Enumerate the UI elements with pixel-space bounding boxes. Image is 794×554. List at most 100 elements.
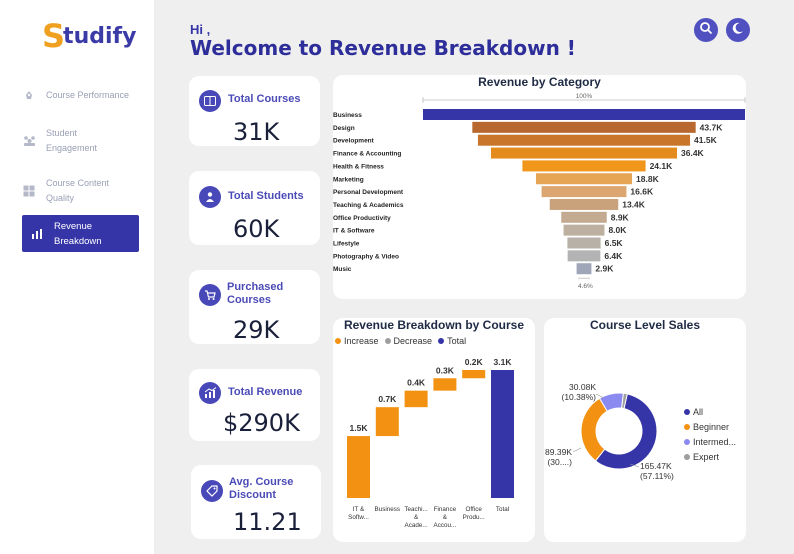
data-label: 1.5K <box>350 423 369 433</box>
legend-dot <box>684 408 690 415</box>
data-label: 2.9K <box>595 264 614 274</box>
revenue-by-category-card: Revenue by Category 100% Business Design 43… <box>333 75 746 299</box>
data-label: 0.4K <box>407 378 426 388</box>
funnel-bar <box>423 109 745 120</box>
data-label: 0.2K <box>465 357 484 367</box>
kpi-value: 31K <box>233 118 280 146</box>
kpi-value: $290K <box>223 409 300 437</box>
funnel-bar <box>541 186 627 198</box>
data-label: 8.0K <box>608 225 627 235</box>
data-label: 6.4K <box>604 251 623 261</box>
donut-legend: All Beginner Intermed... Expert <box>684 404 736 464</box>
sidebar-item-label-line2: Engagement <box>46 143 98 153</box>
donut-slice <box>580 397 608 462</box>
search-icon <box>699 21 713 40</box>
category-label: Personal Development <box>333 189 404 196</box>
category-label: Produ... <box>463 514 485 521</box>
funnel-bar <box>563 224 605 236</box>
kpi-card-total-courses: Total Courses 31K <box>189 76 320 146</box>
kpi-card-purchased-courses: Purchased Courses 29K <box>189 270 320 344</box>
waterfall-bar <box>404 390 428 408</box>
legend-dot <box>684 423 690 430</box>
top-percent-label: 100% <box>576 93 593 100</box>
data-label: 41.5K <box>694 135 718 145</box>
greeting: Hi , <box>190 22 211 37</box>
data-label: 8.9K <box>611 212 630 222</box>
waterfall-bar <box>347 436 370 498</box>
category-label: Development <box>333 138 375 145</box>
sidebar: S tudify Course Performance Student Enga… <box>0 0 155 554</box>
category-label: Business <box>333 112 362 119</box>
kpi-label-line2: Courses <box>227 294 272 306</box>
kpi-label: Total Courses <box>228 93 301 105</box>
waterfall-bar <box>433 378 457 391</box>
kpi-card-avg-course-discount: Avg. Course Discount 11.21 <box>191 465 321 539</box>
waterfall-bar <box>462 370 486 379</box>
discount-icon <box>201 480 223 502</box>
grid-icon <box>22 184 36 198</box>
theme-toggle-button[interactable] <box>726 18 750 42</box>
sidebar-item-course-content-quality[interactable]: Course Content Quality <box>22 176 139 206</box>
funnel-bar <box>567 237 601 249</box>
slice-label-percent: (30....) <box>547 457 572 467</box>
revenue-breakdown-by-course-chart: 1.5K IT &Softw... 0.7K Business 0.4K Teachi..… <box>347 357 514 529</box>
funnel-bar <box>567 250 601 262</box>
kpi-label: Purchased <box>227 281 284 293</box>
leader-line <box>572 447 582 453</box>
category-label: Acade... <box>405 522 428 529</box>
category-label: Finance & Accounting <box>333 151 401 158</box>
data-label: 13.4K <box>622 199 646 209</box>
category-label: Health & Fitness <box>333 163 384 170</box>
group-icon <box>22 134 36 148</box>
kpi-value: 60K <box>233 215 280 243</box>
cart-icon <box>199 284 221 306</box>
book-icon <box>199 90 221 112</box>
course-level-sales-card: Course Level Sales 165.47K (57.11%) 89.39K… <box>544 318 746 542</box>
rocket-icon <box>22 89 36 103</box>
legend-label: All <box>693 406 704 417</box>
legend-dot <box>684 453 690 460</box>
slice-label-percent: (57.11%) <box>640 471 674 481</box>
funnel-bar <box>472 121 696 133</box>
data-label: 0.7K <box>378 394 397 404</box>
legend-label: Expert <box>693 451 720 462</box>
revenue-breakdown-by-course-card: Revenue Breakdown by Course Increase Dec… <box>333 318 535 542</box>
kpi-label-line2: Discount <box>229 489 277 501</box>
trend-icon <box>199 382 221 404</box>
category-label: & <box>414 514 419 521</box>
search-button[interactable] <box>694 18 718 42</box>
category-label: Office <box>466 506 483 513</box>
legend-label: Intermed... <box>693 436 737 447</box>
category-label: Office Productivity <box>333 215 391 222</box>
revenue-by-category-chart: 100% Business Design 43.7K Development 41.5K F… <box>333 93 746 290</box>
category-label: Marketing <box>333 176 364 183</box>
waterfall-bar <box>375 407 399 437</box>
category-label: Lifestyle <box>333 241 360 248</box>
sidebar-item-student-engagement[interactable]: Student Engagement <box>22 126 139 156</box>
logo-text: tudify <box>63 23 137 49</box>
category-label: Photography & Video <box>333 253 399 260</box>
sidebar-item-label: Course Content <box>46 178 110 188</box>
slice-label-percent: (10.38%) <box>562 392 597 402</box>
funnel-bar <box>549 198 619 210</box>
kpi-value: 29K <box>233 316 280 344</box>
funnel-bar <box>477 134 691 146</box>
waterfall-bar <box>491 370 514 498</box>
funnel-bar <box>576 263 592 275</box>
category-label: Accou... <box>434 522 457 529</box>
legend-item: Expert <box>684 449 719 464</box>
legend-label: Beginner <box>693 421 730 432</box>
category-label: IT & <box>353 506 365 513</box>
funnel-bar <box>522 160 646 172</box>
slice-label: 89.39K <box>545 447 572 457</box>
sidebar-item-revenue-breakdown[interactable]: Revenue Breakdown <box>22 215 139 252</box>
data-label: 43.7K <box>700 122 724 132</box>
sidebar-item-label-line2: Quality <box>46 193 75 203</box>
leader-line <box>595 393 605 399</box>
category-label: IT & Software <box>333 228 375 235</box>
moon-icon <box>731 21 745 40</box>
sidebar-item-course-performance[interactable]: Course Performance <box>22 88 139 103</box>
logo: S tudify <box>42 18 136 54</box>
legend-item: All <box>684 404 703 419</box>
kpi-card-total-revenue: Total Revenue $290K <box>189 369 320 441</box>
